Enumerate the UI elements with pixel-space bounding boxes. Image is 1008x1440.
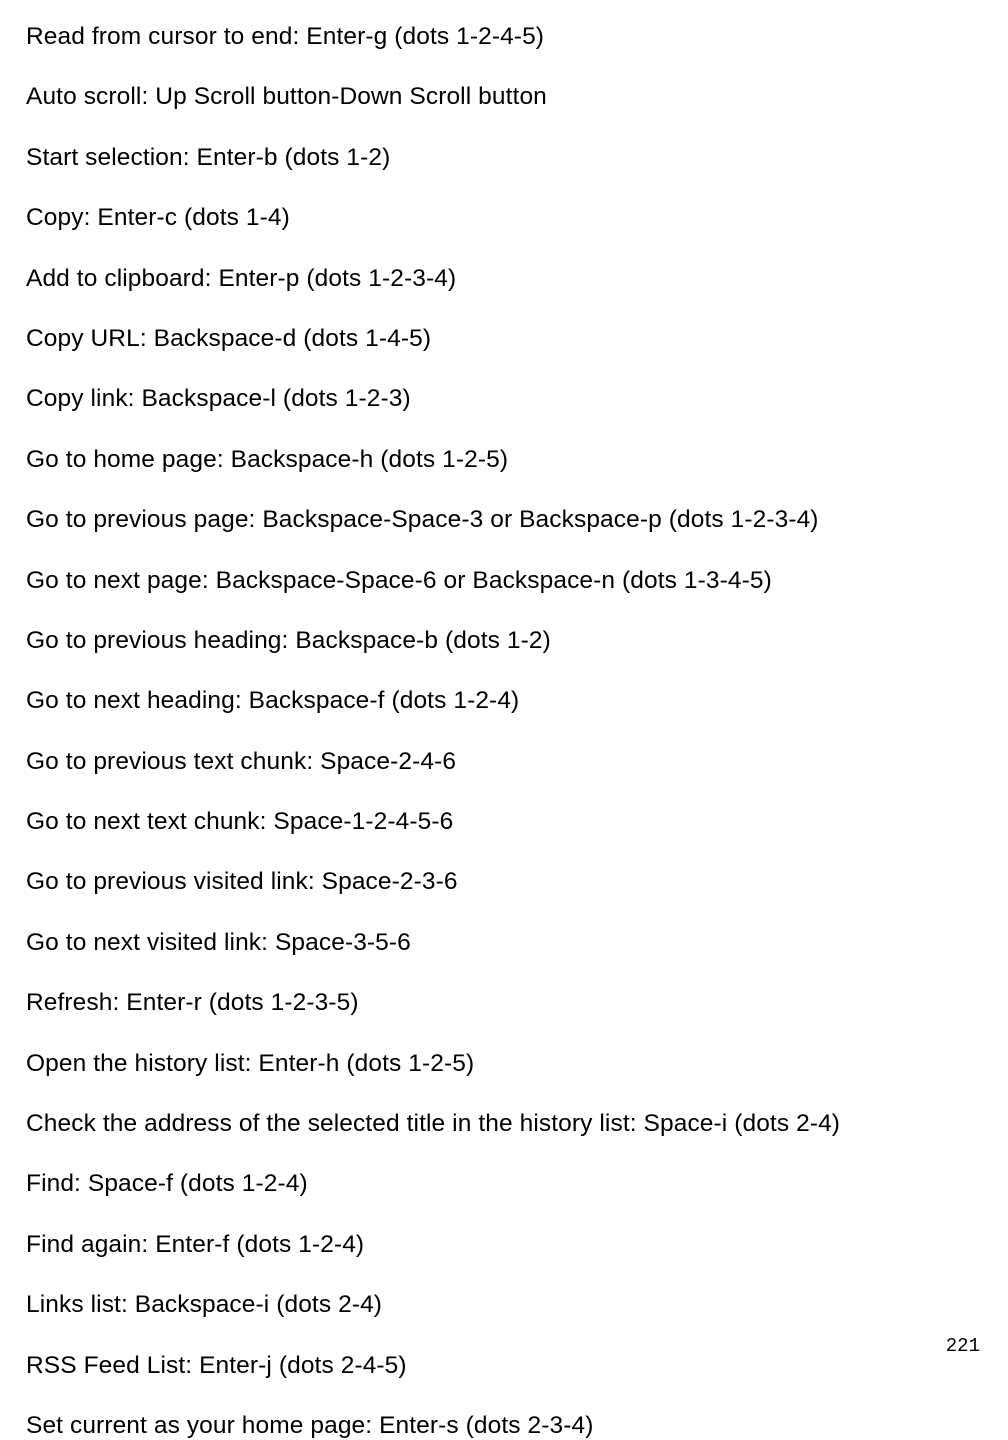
shortcut-line: RSS Feed List: Enter-j (dots 2-4-5) xyxy=(26,1351,982,1380)
shortcut-line: Set current as your home page: Enter-s (… xyxy=(26,1411,982,1440)
shortcut-line: Add to clipboard: Enter-p (dots 1-2-3-4) xyxy=(26,264,982,293)
shortcut-line: Find again: Enter-f (dots 1-2-4) xyxy=(26,1230,982,1259)
shortcut-line: Copy: Enter-c (dots 1-4) xyxy=(26,203,982,232)
shortcut-line: Check the address of the selected title … xyxy=(26,1109,982,1138)
page-number: 221 xyxy=(946,1335,980,1357)
shortcut-line: Links list: Backspace-i (dots 2-4) xyxy=(26,1290,982,1319)
shortcut-line: Copy link: Backspace-l (dots 1-2-3) xyxy=(26,384,982,413)
shortcut-line: Auto scroll: Up Scroll button-Down Scrol… xyxy=(26,82,982,111)
shortcut-line: Go to previous visited link: Space-2-3-6 xyxy=(26,867,982,896)
shortcut-line: Go to home page: Backspace-h (dots 1-2-5… xyxy=(26,445,982,474)
shortcut-line: Go to next text chunk: Space-1-2-4-5-6 xyxy=(26,807,982,836)
shortcut-line: Go to next page: Backspace-Space-6 or Ba… xyxy=(26,566,982,595)
shortcut-line: Refresh: Enter-r (dots 1-2-3-5) xyxy=(26,988,982,1017)
document-body: Read from cursor to end: Enter-g (dots 1… xyxy=(26,22,982,1440)
shortcut-line: Go to next heading: Backspace-f (dots 1-… xyxy=(26,686,982,715)
shortcut-line: Go to next visited link: Space-3-5-6 xyxy=(26,928,982,957)
shortcut-line: Go to previous text chunk: Space-2-4-6 xyxy=(26,747,982,776)
shortcut-line: Go to previous heading: Backspace-b (dot… xyxy=(26,626,982,655)
shortcut-line: Find: Space-f (dots 1-2-4) xyxy=(26,1169,982,1198)
shortcut-line: Go to previous page: Backspace-Space-3 o… xyxy=(26,505,982,534)
shortcut-line: Read from cursor to end: Enter-g (dots 1… xyxy=(26,22,982,51)
shortcut-line: Start selection: Enter-b (dots 1-2) xyxy=(26,143,982,172)
shortcut-line: Copy URL: Backspace-d (dots 1-4-5) xyxy=(26,324,982,353)
shortcut-line: Open the history list: Enter-h (dots 1-2… xyxy=(26,1049,982,1078)
